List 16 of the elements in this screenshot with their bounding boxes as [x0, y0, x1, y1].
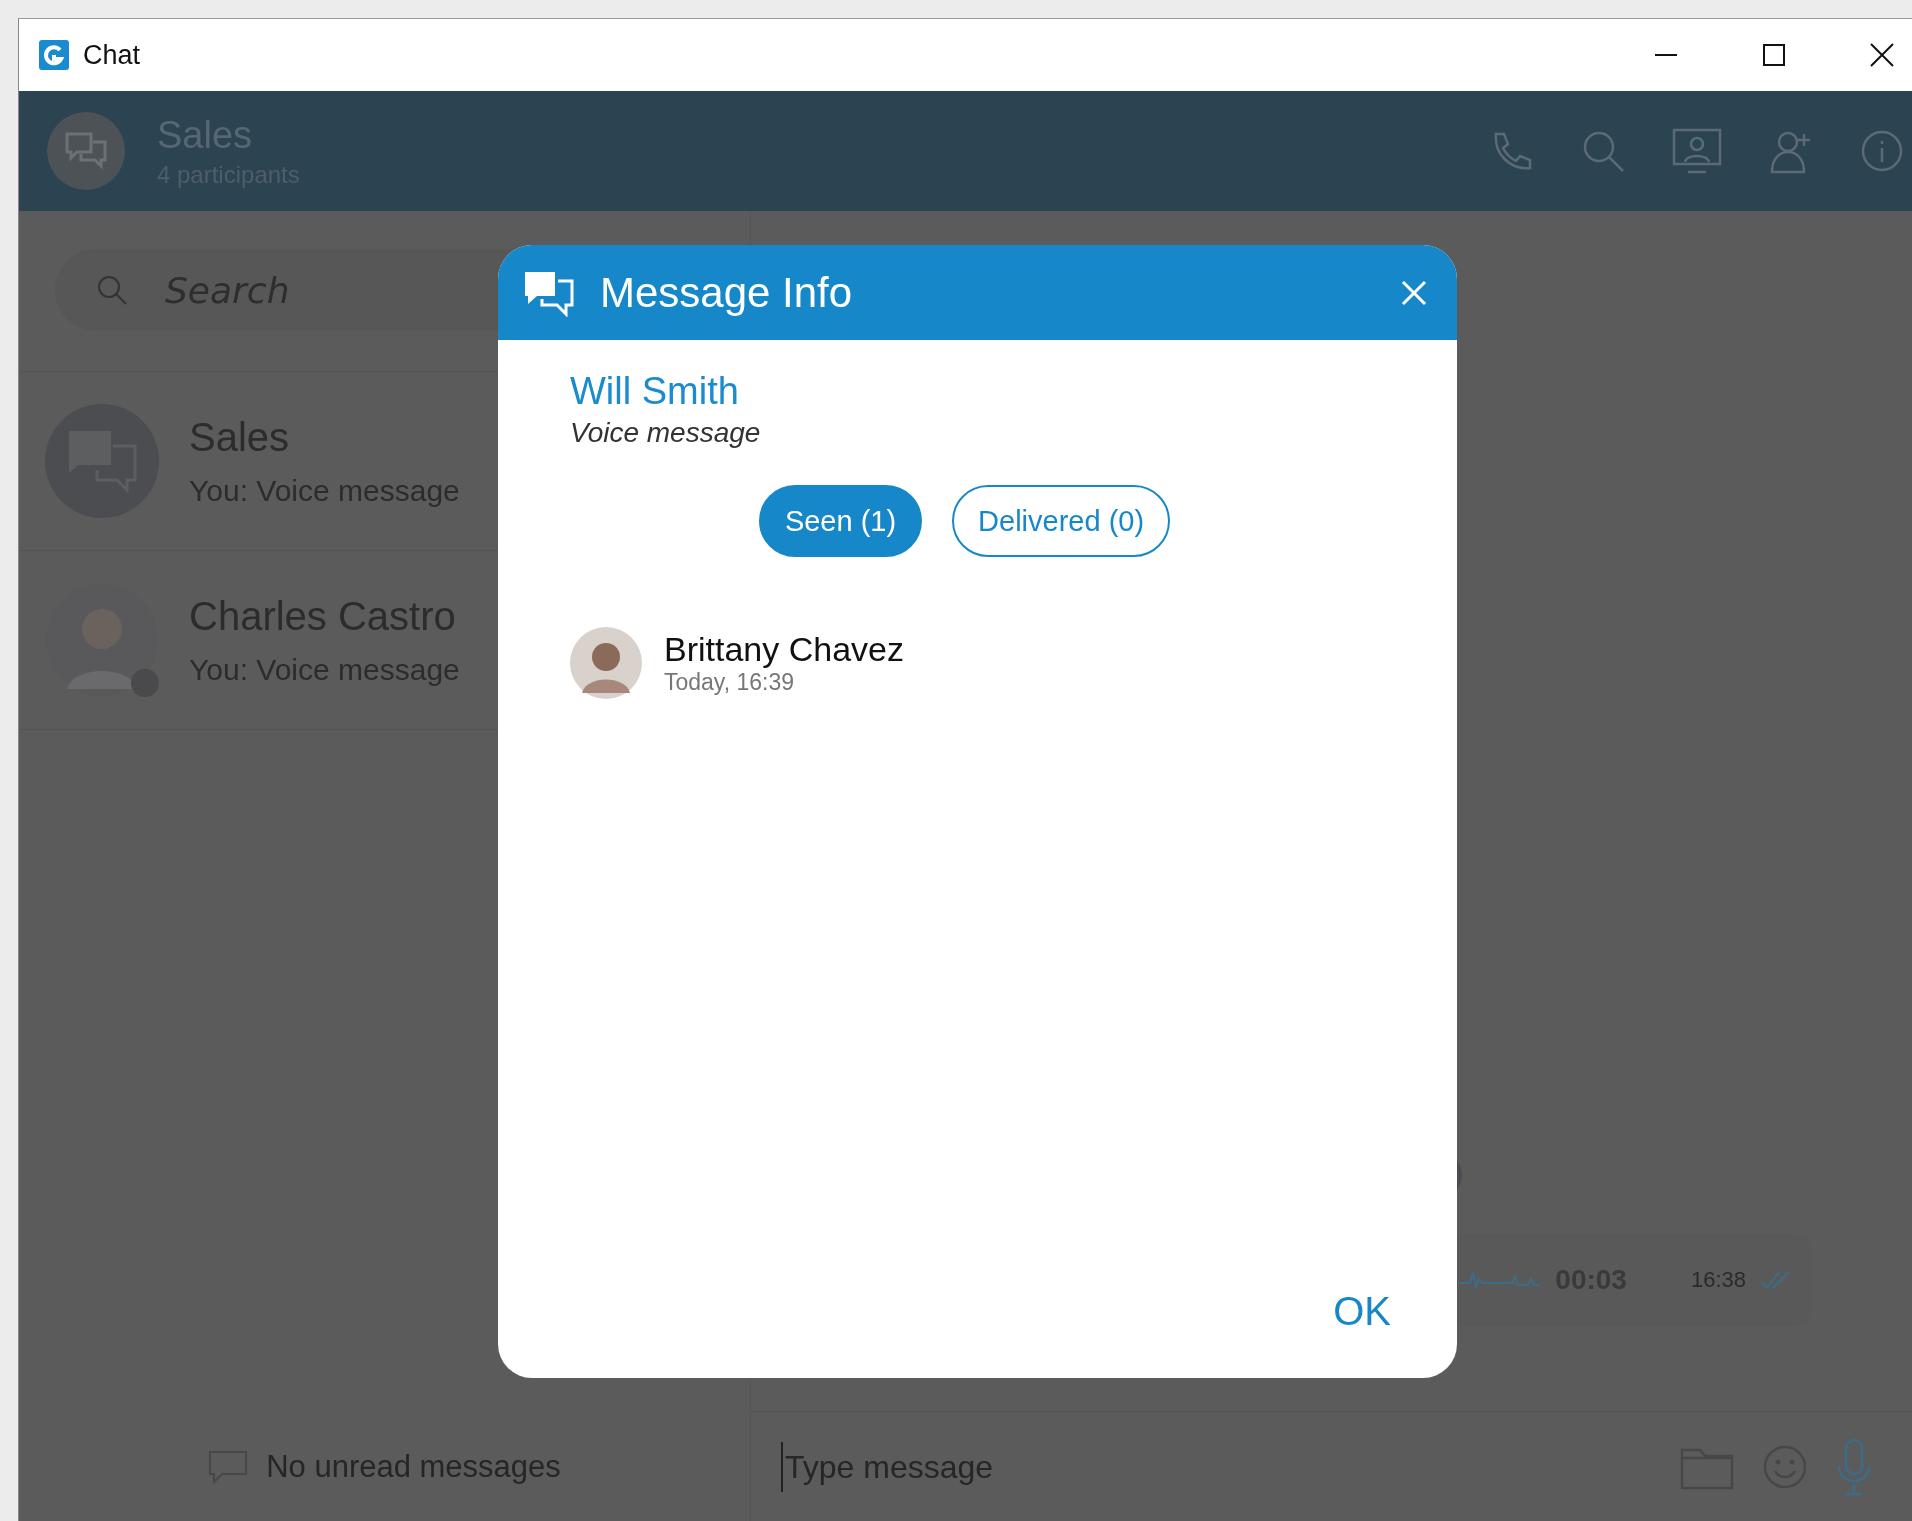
window-title: Chat — [83, 39, 141, 71]
microphone-icon[interactable] — [1836, 1438, 1872, 1496]
group-chat-icon — [47, 112, 125, 190]
status-tab[interactable]: Delivered (0) — [952, 485, 1171, 557]
info-icon[interactable] — [1860, 129, 1904, 173]
waveform-icon — [1457, 1271, 1542, 1289]
close-icon[interactable] — [1870, 43, 1894, 67]
sender-name: Will Smith — [570, 370, 740, 413]
app-logo-icon — [39, 40, 69, 70]
double-check-icon — [1760, 1270, 1792, 1290]
person-avatar-icon — [570, 627, 642, 699]
ok-button[interactable]: OK — [1325, 1285, 1399, 1338]
maximize-icon[interactable] — [1762, 43, 1786, 67]
screen-share-icon[interactable] — [1672, 128, 1722, 174]
search-icon — [95, 273, 129, 307]
status-tab[interactable]: Seen (1) — [758, 485, 923, 557]
